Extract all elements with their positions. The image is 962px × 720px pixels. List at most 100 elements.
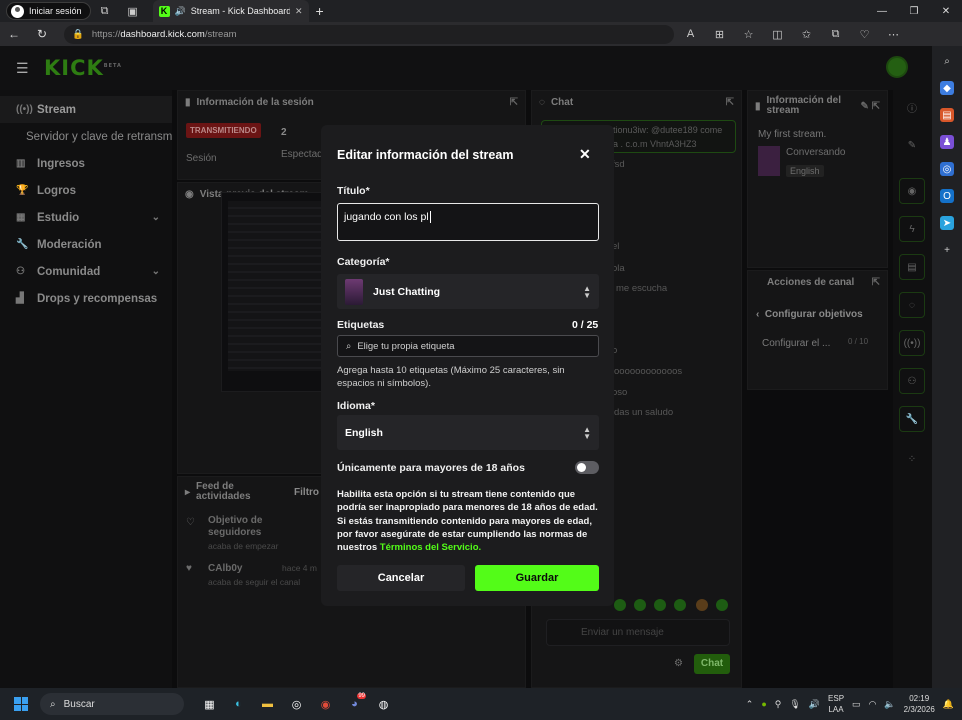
tags-input[interactable]: ⌕ Elige tu propia etiqueta (337, 335, 599, 357)
edge-icon[interactable]: ◐ (227, 693, 250, 715)
nvidia-icon[interactable]: ● (761, 699, 766, 709)
outlook-icon[interactable]: O (940, 189, 954, 203)
emote-icon[interactable] (716, 599, 728, 611)
search-icon[interactable]: ⌕ (940, 54, 954, 68)
stream-preview-video[interactable] (221, 192, 335, 392)
copilot-icon[interactable]: ◎ (940, 162, 954, 176)
back-arrow-icon[interactable]: ← (0, 27, 28, 41)
close-tab-icon[interactable]: ✕ (295, 6, 303, 17)
adult-only-toggle[interactable] (575, 461, 599, 474)
sidebar-item-revenue[interactable]: ▥ Ingresos (0, 150, 172, 177)
minimize-icon[interactable]: — (866, 0, 898, 22)
tag-icon[interactable]: ◆ (940, 81, 954, 95)
settings-gear-icon[interactable]: ⚙ (674, 658, 683, 669)
sidebar-item-studio[interactable]: ▦ Estudio ⌄ (0, 204, 172, 231)
cancel-button[interactable]: Cancelar (337, 565, 465, 591)
language-select[interactable]: English ▲ ▼ (337, 415, 599, 450)
tab-actions-icon[interactable]: ▣ (119, 0, 147, 22)
language-indicator[interactable]: ESP LAA (828, 693, 844, 715)
refresh-icon[interactable]: ↻ (28, 27, 56, 41)
configure-goal-item[interactable]: Configurar el ... (762, 338, 830, 349)
terms-of-service-link[interactable]: Términos del Servicio. (380, 542, 481, 553)
lightning-icon[interactable]: ϟ (899, 216, 925, 242)
info-icon[interactable]: ⓘ (899, 94, 925, 120)
close-window-icon[interactable]: ✕ (930, 0, 962, 22)
file-explorer-icon[interactable]: ▬ (256, 693, 279, 715)
mic-icon[interactable]: 🎙 (789, 699, 800, 710)
chrome-icon[interactable]: ◉ (314, 693, 337, 715)
more-apps-icon[interactable]: ⁘ (899, 446, 925, 472)
read-aloud-icon[interactable]: A (676, 28, 705, 41)
workspaces-icon[interactable]: ⧉ (91, 0, 119, 22)
menu-icon[interactable]: ☰ (16, 60, 29, 77)
kick-logo[interactable]: KICKBETA (44, 56, 122, 80)
notifications-icon[interactable]: 🔔 (943, 699, 954, 710)
close-icon[interactable]: ✕ (579, 146, 591, 163)
games-icon[interactable]: ♟ (940, 135, 954, 149)
collections-icon[interactable]: ⧉ (821, 28, 850, 41)
broadcast-icon[interactable]: ((•)) (899, 330, 925, 356)
chat-icon[interactable]: ◌ (899, 292, 925, 318)
category-select[interactable]: Just Chatting ▲ ▼ (337, 274, 599, 309)
emote-icon[interactable] (614, 599, 626, 611)
profile-signin-button[interactable]: Iniciar sesión (6, 2, 91, 20)
emote-icon[interactable] (654, 599, 666, 611)
adult-only-label: Únicamente para mayores de 18 años (337, 462, 525, 474)
favorite-star-icon[interactable]: ☆ (734, 28, 763, 41)
split-screen-icon[interactable]: ◫ (763, 28, 792, 41)
wifi-icon[interactable]: ◠ (869, 699, 877, 710)
sidebar-item-community[interactable]: ⚇ Comunidad ⌄ (0, 258, 172, 285)
more-options-icon[interactable]: ⋯ (879, 28, 908, 41)
new-tab-button[interactable]: + (309, 3, 331, 19)
users-icon[interactable]: ⚇ (899, 368, 925, 394)
app-install-icon[interactable]: ⊞ (705, 28, 734, 41)
add-sidebar-app-icon[interactable]: + (940, 243, 954, 257)
user-avatar[interactable] (886, 56, 908, 78)
maximize-icon[interactable]: ❐ (898, 0, 930, 22)
discord-icon[interactable]: ◕ 99 (343, 693, 366, 715)
popout-icon[interactable]: ⇱ (726, 97, 734, 108)
favorites-icon[interactable]: ✩ (792, 28, 821, 41)
address-field[interactable]: 🔒 https://dashboard.kick.com/stream (64, 24, 674, 44)
category-value: Just Chatting (373, 285, 441, 298)
emote-icon[interactable] (634, 599, 646, 611)
sidebar-item-achievements[interactable]: 🏆 Logros (0, 177, 172, 204)
speaker-icon[interactable]: 🔈 (884, 699, 895, 710)
popout-icon[interactable]: ⇱ (872, 277, 880, 288)
app-icon[interactable]: ◎ (285, 693, 308, 715)
taskbar-search[interactable]: ⌕ Buscar (40, 693, 184, 715)
volume-icon[interactable]: 🔊 (809, 699, 820, 710)
stream-title-input[interactable]: jugando con los pl (337, 203, 599, 241)
browser-sidebar: ⌕ ◆ ▤ ♟ ◎ O ➤ + (932, 46, 962, 688)
shopping-icon[interactable]: ▤ (940, 108, 954, 122)
edit-icon[interactable]: ✎ ⇱ (860, 101, 880, 112)
sidebar-item-server-key[interactable]: Servidor y clave de retransm (0, 123, 172, 150)
edit-icon[interactable]: ✎ (899, 132, 925, 158)
popout-icon[interactable]: ⇱ (510, 97, 518, 108)
tab-kick-dashboard[interactable]: K 🔊 Stream - Kick Dashboard ✕ (152, 0, 309, 22)
sidebar-item-stream[interactable]: ((•)) Stream (0, 96, 172, 123)
clock[interactable]: 02:19 2/3/2026 (904, 693, 935, 715)
chevron-up-icon[interactable]: ⌃ (746, 699, 754, 710)
camera-icon[interactable]: ◉ (899, 178, 925, 204)
sidebar-item-drops[interactable]: ▟ Drops y recompensas (0, 285, 172, 312)
wrench-icon[interactable]: 🔧 (899, 406, 925, 432)
sidebar-item-moderation[interactable]: 🔧 Moderación (0, 231, 172, 258)
chat-send-button[interactable]: Chat (694, 654, 730, 674)
usb-icon[interactable]: ⚲ (775, 699, 782, 710)
windows-start-icon[interactable] (14, 697, 28, 711)
obs-icon[interactable]: ◍ (372, 693, 395, 715)
configure-goals-link[interactable]: ‹ Configurar objetivos (756, 309, 863, 320)
speaker-icon[interactable]: 🔊 (175, 6, 186, 17)
clipboard-icon[interactable]: ▤ (899, 254, 925, 280)
chevron-down-icon: ⌄ (151, 266, 160, 277)
display-icon[interactable]: ▭ (852, 699, 861, 710)
extensions-icon[interactable]: ♡ (850, 28, 879, 41)
emote-icon[interactable] (674, 599, 686, 611)
telegram-icon[interactable]: ➤ (940, 216, 954, 230)
filter-button[interactable]: Filtro (294, 487, 319, 498)
save-button[interactable]: Guardar (475, 565, 599, 591)
store-icon[interactable]: ▦ (198, 693, 221, 715)
emote-icon[interactable] (696, 599, 708, 611)
chat-message-input[interactable]: Enviar un mensaje (546, 619, 730, 646)
